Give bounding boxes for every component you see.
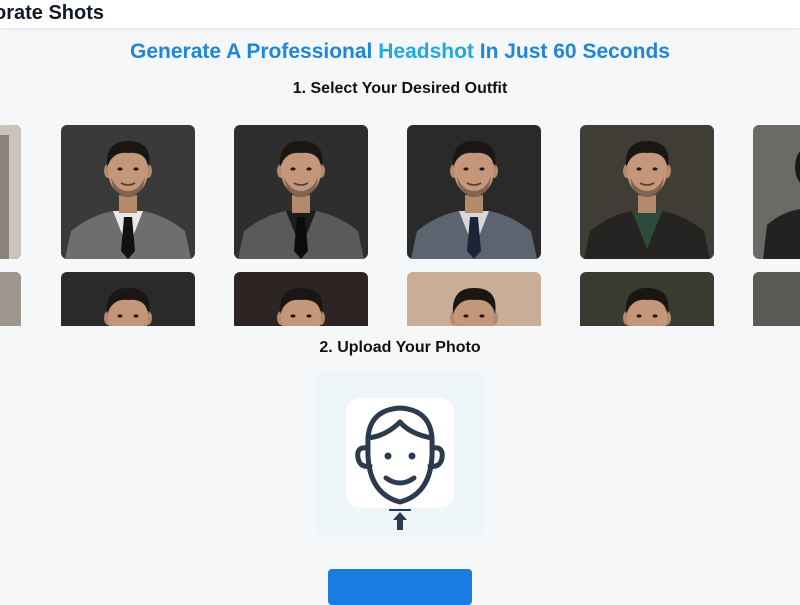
page-headline: Generate A Professional Headshot In Just…	[0, 40, 800, 64]
outfit-tile[interactable]	[61, 125, 195, 259]
outfit-tile-partial-left[interactable]	[0, 272, 21, 326]
outfit-gallery	[0, 124, 800, 326]
outfit-tile[interactable]	[580, 125, 714, 259]
outfit-tile[interactable]	[234, 125, 368, 259]
outfit-tile-partial-right[interactable]	[753, 125, 800, 259]
headline-part-3: In Just 60 Seconds	[473, 40, 670, 63]
top-nav-bar: orate Shots	[0, 0, 800, 28]
outfit-tile-partial-right[interactable]	[753, 272, 800, 326]
headline-part-2: Headshot	[378, 40, 474, 63]
step-1-title: 1. Select Your Desired Outfit	[292, 80, 508, 97]
outfit-tile-partial-left[interactable]	[0, 125, 21, 259]
generate-button[interactable]	[328, 569, 472, 605]
outfit-tile[interactable]	[407, 125, 541, 259]
outfit-tile[interactable]	[61, 272, 195, 326]
headline-part-1: Generate A Professional	[130, 40, 379, 63]
outfit-tile[interactable]	[580, 272, 714, 326]
outfit-tile[interactable]	[407, 272, 541, 326]
outfit-tile[interactable]	[234, 272, 368, 326]
face-upload-icon	[355, 405, 445, 530]
step-2-title: 2. Upload Your Photo	[319, 339, 481, 356]
brand-logo-text[interactable]: orate Shots	[0, 2, 104, 25]
